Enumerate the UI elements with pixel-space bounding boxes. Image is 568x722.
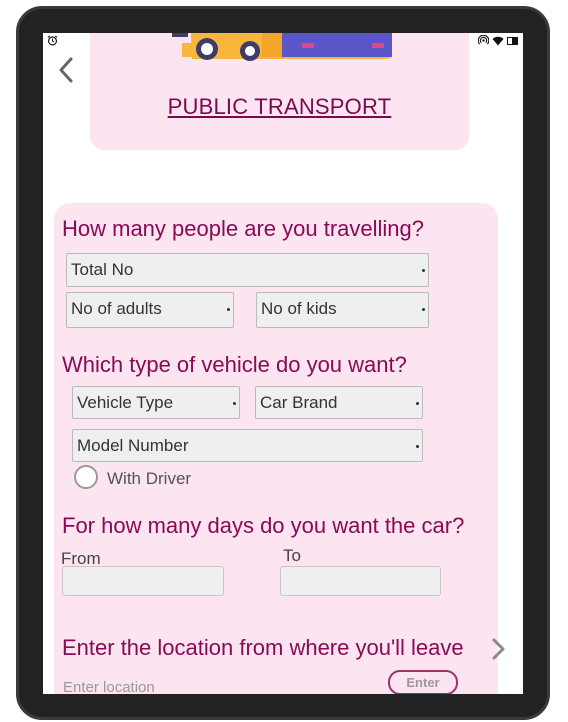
wifi-icon [492, 36, 504, 46]
dropdown-caret-icon [233, 402, 236, 405]
location-input[interactable]: Enter location [63, 679, 313, 694]
alarm-clock-icon [47, 35, 58, 46]
dropdown-caret-icon [416, 402, 419, 405]
total-people-value: Total No [71, 260, 134, 279]
vehicle-type-select[interactable]: Vehicle Type [72, 386, 240, 419]
with-driver-radio[interactable] [74, 465, 98, 489]
dropdown-caret-icon [416, 445, 419, 448]
with-driver-label: With Driver [107, 469, 192, 488]
to-label: To [283, 546, 301, 565]
hotspot-icon [478, 35, 489, 46]
dropdown-caret-icon [227, 308, 230, 311]
chevron-left-icon [59, 57, 73, 83]
battery-icon [507, 36, 519, 45]
vehicle-question: Which type of vehicle do you want? [62, 352, 407, 377]
kids-select[interactable]: No of kids [256, 292, 429, 328]
car-brand-select[interactable]: Car Brand [255, 386, 423, 419]
people-question: How many people are you travelling? [62, 216, 424, 241]
back-button[interactable] [55, 55, 77, 85]
adults-value: No of adults [71, 299, 162, 318]
days-question: For how many days do you want the car? [62, 513, 465, 538]
to-date-input[interactable] [280, 566, 441, 596]
model-number-select[interactable]: Model Number [72, 429, 423, 462]
page-title[interactable]: PUBLIC TRANSPORT [90, 94, 469, 120]
next-button[interactable] [490, 636, 508, 667]
vehicle-type-value: Vehicle Type [77, 393, 174, 412]
from-date-input[interactable] [62, 566, 224, 596]
dropdown-caret-icon [422, 269, 425, 272]
transport-banner: PUBLIC TRANSPORT [90, 33, 469, 150]
location-question: Enter the location from where you'll lea… [62, 635, 464, 660]
bus-icon [162, 33, 398, 65]
total-people-select[interactable]: Total No [66, 253, 429, 287]
adults-select[interactable]: No of adults [66, 292, 234, 328]
dropdown-caret-icon [422, 308, 425, 311]
car-brand-value: Car Brand [260, 393, 338, 412]
enter-button[interactable]: Enter [388, 670, 458, 694]
model-number-value: Model Number [77, 436, 189, 455]
chevron-right-icon [492, 638, 505, 660]
app-screen: PUBLIC TRANSPORT How many people are you… [43, 33, 523, 694]
kids-value: No of kids [261, 299, 337, 318]
